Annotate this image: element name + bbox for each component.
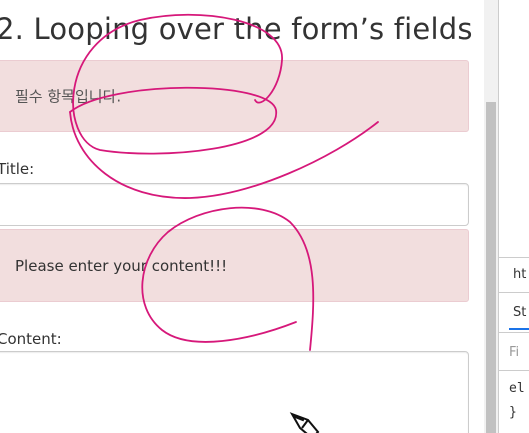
devtools-url: ht xyxy=(513,267,527,282)
error-alert-text: Please enter your content!!! xyxy=(15,256,228,275)
styles-filter-input[interactable]: Fi xyxy=(509,345,519,360)
content-label: Content: xyxy=(0,330,62,348)
error-alert-text: 필수 항목입니다. xyxy=(15,87,122,106)
devtools-divider xyxy=(499,292,529,293)
style-rule-selector: el xyxy=(509,381,525,396)
pen-cursor-icon xyxy=(289,412,320,433)
devtools-divider xyxy=(499,257,529,258)
tab-styles[interactable]: St xyxy=(513,305,526,320)
page-title: 2. Looping over the form’s fields xyxy=(0,12,473,46)
content-textarea[interactable] xyxy=(0,351,469,433)
devtools-divider xyxy=(499,370,529,371)
tab-active-indicator xyxy=(509,328,529,330)
error-alert-required: 필수 항목입니다. xyxy=(0,60,469,132)
error-alert-content: Please enter your content!!! xyxy=(0,229,469,302)
devtools-divider xyxy=(499,332,529,333)
devtools-panel: ht St Fi el } xyxy=(498,0,529,433)
style-rule-close: } xyxy=(509,405,517,420)
page-scrollbar-thumb[interactable] xyxy=(486,102,496,433)
title-input[interactable] xyxy=(0,183,469,226)
main-page: 2. Looping over the form’s fields 필수 항목입… xyxy=(0,0,484,433)
title-label: Title: xyxy=(0,160,35,178)
